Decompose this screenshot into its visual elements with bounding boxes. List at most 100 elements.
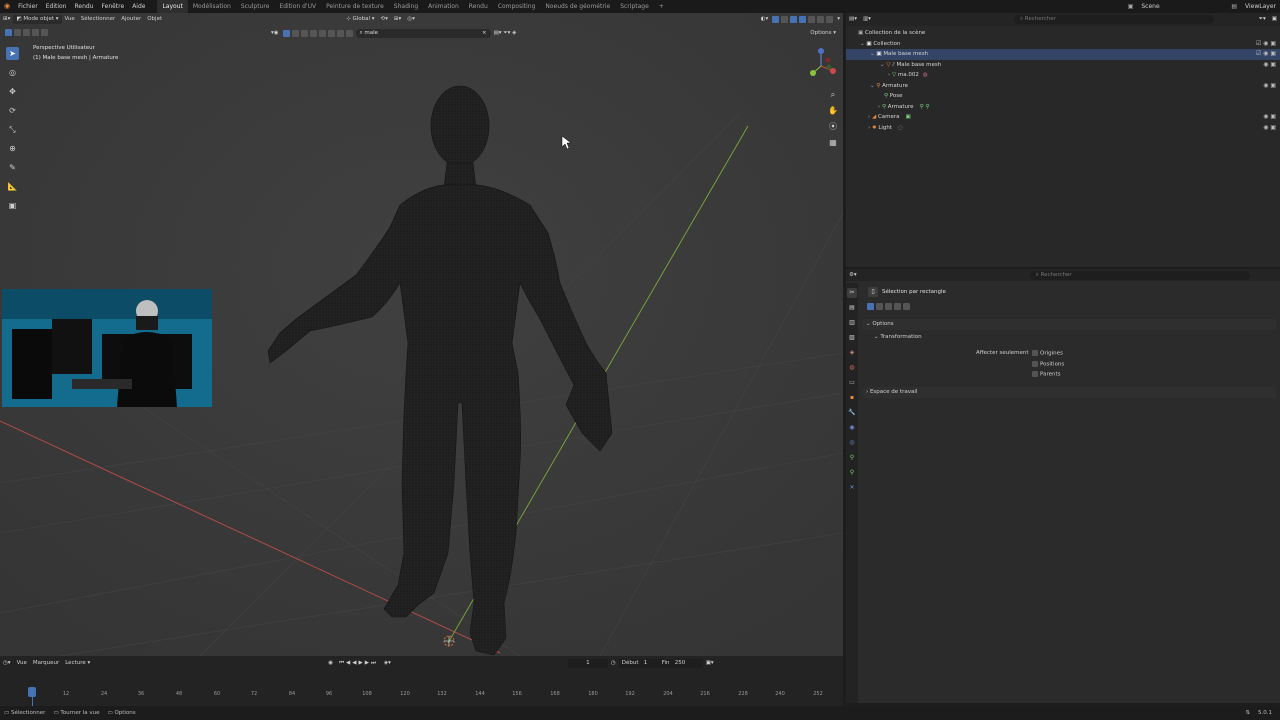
filter-empty-icon[interactable] <box>327 30 335 37</box>
workspace-panel-header[interactable]: › Espace de travail <box>862 387 1276 398</box>
outliner-row-mesh-data[interactable]: › ▽ ma.002 ◍ <box>846 70 1280 81</box>
clear-filter-icon[interactable]: × <box>482 29 491 38</box>
camera-view-icon[interactable]: ⦿ <box>828 122 838 132</box>
positions-checkbox[interactable] <box>1032 361 1038 367</box>
select-extend-icon[interactable] <box>876 303 883 310</box>
overlay-toggle-icon[interactable] <box>781 16 789 23</box>
select-intersect-icon[interactable] <box>41 29 48 36</box>
shading-wireframe-icon[interactable] <box>799 16 807 23</box>
timeline-editor-icon[interactable]: ◷▾ <box>0 659 14 668</box>
timeline-options-icon[interactable]: ▣▾ <box>703 659 717 668</box>
visibility-eye-icon[interactable]: ☑ ◉ ▣ <box>1256 49 1276 60</box>
transform-tool-icon[interactable]: ⊕ <box>6 142 19 155</box>
cursor-tool-icon[interactable]: ◎ <box>6 66 19 79</box>
bone-tab-icon[interactable]: ✕ <box>847 483 857 493</box>
rotate-tool-icon[interactable]: ⟳ <box>6 104 19 117</box>
playback-controls[interactable]: ⏮◀◀▶▶⏭ <box>336 659 381 668</box>
tab-sculpting[interactable]: Sculpture <box>236 0 275 13</box>
current-frame-field[interactable]: 1 <box>567 659 608 668</box>
menu-add[interactable]: Ajouter <box>118 15 144 24</box>
tool-tab-icon[interactable]: ✂ <box>847 288 857 298</box>
editor-type-icon[interactable]: ⊞▾ <box>0 15 13 24</box>
checkbox-origins[interactable]: Origines <box>1032 350 1063 357</box>
select-tool-icon[interactable]: ➤ <box>6 47 19 60</box>
zoom-icon[interactable]: ⌕ <box>828 90 838 100</box>
filter-armature-icon[interactable] <box>336 30 344 37</box>
world-tab-icon[interactable]: ◍ <box>847 363 857 373</box>
menu-view[interactable]: Vue <box>62 15 78 24</box>
select-subtract-icon[interactable] <box>23 29 30 36</box>
shading-options-icon[interactable]: ▾ <box>834 15 843 24</box>
tab-animation[interactable]: Animation <box>423 0 464 13</box>
parents-checkbox[interactable] <box>1032 371 1038 377</box>
tab-compositing[interactable]: Compositing <box>493 0 541 13</box>
auto-keying-icon[interactable]: ◉ <box>325 659 336 668</box>
options-panel-header[interactable]: ⌄ Options <box>862 319 1276 330</box>
tab-geometry-nodes[interactable]: Noeuds de géométrie <box>540 0 615 13</box>
outliner-search-input[interactable]: ⌕ Rechercher <box>1013 15 1214 24</box>
tab-shading[interactable]: Shading <box>389 0 423 13</box>
outliner-row-male-collection[interactable]: ⌄ ▣ Male base mesh ☑ ◉ ▣ <box>846 49 1280 60</box>
menu-help[interactable]: Aide <box>128 0 149 13</box>
collection-tab-icon[interactable]: ▭ <box>847 378 857 388</box>
select-set-icon[interactable] <box>867 303 874 310</box>
outliner-row-camera[interactable]: › ◢ Camera ▣ ◉ ▣ <box>846 112 1280 123</box>
scene-icon[interactable]: ▣ <box>1124 0 1138 13</box>
checkbox-positions[interactable]: Positions <box>1032 361 1064 368</box>
pan-hand-icon[interactable]: ✋ <box>828 106 838 116</box>
perspective-toggle-icon[interactable]: ▦ <box>828 138 838 148</box>
modifier-tab-icon[interactable]: 🔧 <box>847 408 857 418</box>
outliner-filter-icon[interactable]: ⏷▾ <box>1256 15 1269 24</box>
outliner-row-pose[interactable]: ⚲ Pose <box>846 91 1280 102</box>
filter-light-icon[interactable] <box>309 30 317 37</box>
filter-type-icon[interactable] <box>282 30 290 37</box>
new-collection-icon[interactable]: ▣ <box>1269 15 1280 24</box>
render-tab-icon[interactable]: ▤ <box>847 303 857 313</box>
tab-uv-editing[interactable]: Edition d'UV <box>274 0 321 13</box>
visibility-eye-icon[interactable]: ◉ ▣ <box>1263 81 1276 92</box>
snap-icon[interactable]: ⊞▾ <box>391 15 404 24</box>
tab-modeling[interactable]: Modélisation <box>188 0 236 13</box>
outliner-row-scene-collection[interactable]: ▣ Collection de la scène <box>846 28 1280 39</box>
select-subtract-icon[interactable] <box>885 303 892 310</box>
filter-options-icon[interactable]: ▤▾ ⏷▾ ◈ <box>491 29 520 38</box>
timeline-ruler[interactable]: 1 12 24 36 48 60 72 84 96 108 120 132 14… <box>0 671 843 706</box>
menu-edit[interactable]: Edition <box>42 0 71 13</box>
data-tab-icon[interactable]: ⚲ <box>847 468 857 478</box>
shading-solid-icon[interactable] <box>808 16 816 23</box>
visibility-icon[interactable]: ◐▾ <box>758 15 772 24</box>
tab-scripting[interactable]: Scriptage <box>615 0 654 13</box>
menu-render[interactable]: Rendu <box>70 0 97 13</box>
menu-object[interactable]: Objet <box>144 15 165 24</box>
gizmo-toggle-icon[interactable] <box>772 16 780 23</box>
menu-window[interactable]: Fenêtre <box>98 0 129 13</box>
select-extend-icon[interactable] <box>14 29 21 36</box>
outliner-row-armature[interactable]: ⌄ ⚲ Armature ◉ ▣ <box>846 81 1280 92</box>
axis-gizmo-icon[interactable] <box>803 41 843 91</box>
visibility-eye-icon[interactable]: ☑ ◉ ▣ <box>1256 39 1276 50</box>
keying-set-icon[interactable]: ◈▾ <box>381 659 394 668</box>
timeline-menu-view[interactable]: Vue <box>14 659 30 668</box>
display-mode-icon[interactable]: ▥▾ <box>860 15 874 24</box>
shading-rendered-icon[interactable] <box>826 16 834 23</box>
mode-selector[interactable]: ◩ Mode objet ▾ <box>13 15 62 24</box>
menu-select[interactable]: Sélectionner <box>78 15 118 24</box>
transform-subpanel-header[interactable]: ⌄ Transformation <box>870 332 1276 343</box>
filter-mesh-icon[interactable] <box>291 30 299 37</box>
playhead[interactable] <box>28 687 36 697</box>
outliner-row-light[interactable]: › ✹ Light ◌ ◉ ▣ <box>846 123 1280 134</box>
visibility-eye-icon[interactable]: ◉ ▣ <box>1263 123 1276 134</box>
menu-file[interactable]: Fichier <box>14 0 42 13</box>
pivot-icon[interactable]: ⟲▾ <box>378 15 391 24</box>
scale-tool-icon[interactable]: ⤡ <box>6 123 19 136</box>
properties-search-input[interactable]: ⌕ Rechercher <box>1029 270 1250 280</box>
scene-tab-icon[interactable]: ◈ <box>847 348 857 358</box>
tab-rendering[interactable]: Rendu <box>464 0 493 13</box>
output-tab-icon[interactable]: ▥ <box>847 318 857 328</box>
tab-texture-paint[interactable]: Peinture de texture <box>321 0 389 13</box>
physics-tab-icon[interactable]: ◎ <box>847 438 857 448</box>
outliner-row-male-mesh-object[interactable]: ⌄ ▽ ⫽ Male base mesh ◉ ▣ <box>846 60 1280 71</box>
object-tab-icon[interactable]: ▪ <box>847 393 857 403</box>
filter-dropdown-icon[interactable]: ▾◉ <box>268 29 282 38</box>
outliner-row-armature-data[interactable]: › ⚲ Armature ⚲ ⚲ <box>846 102 1280 113</box>
